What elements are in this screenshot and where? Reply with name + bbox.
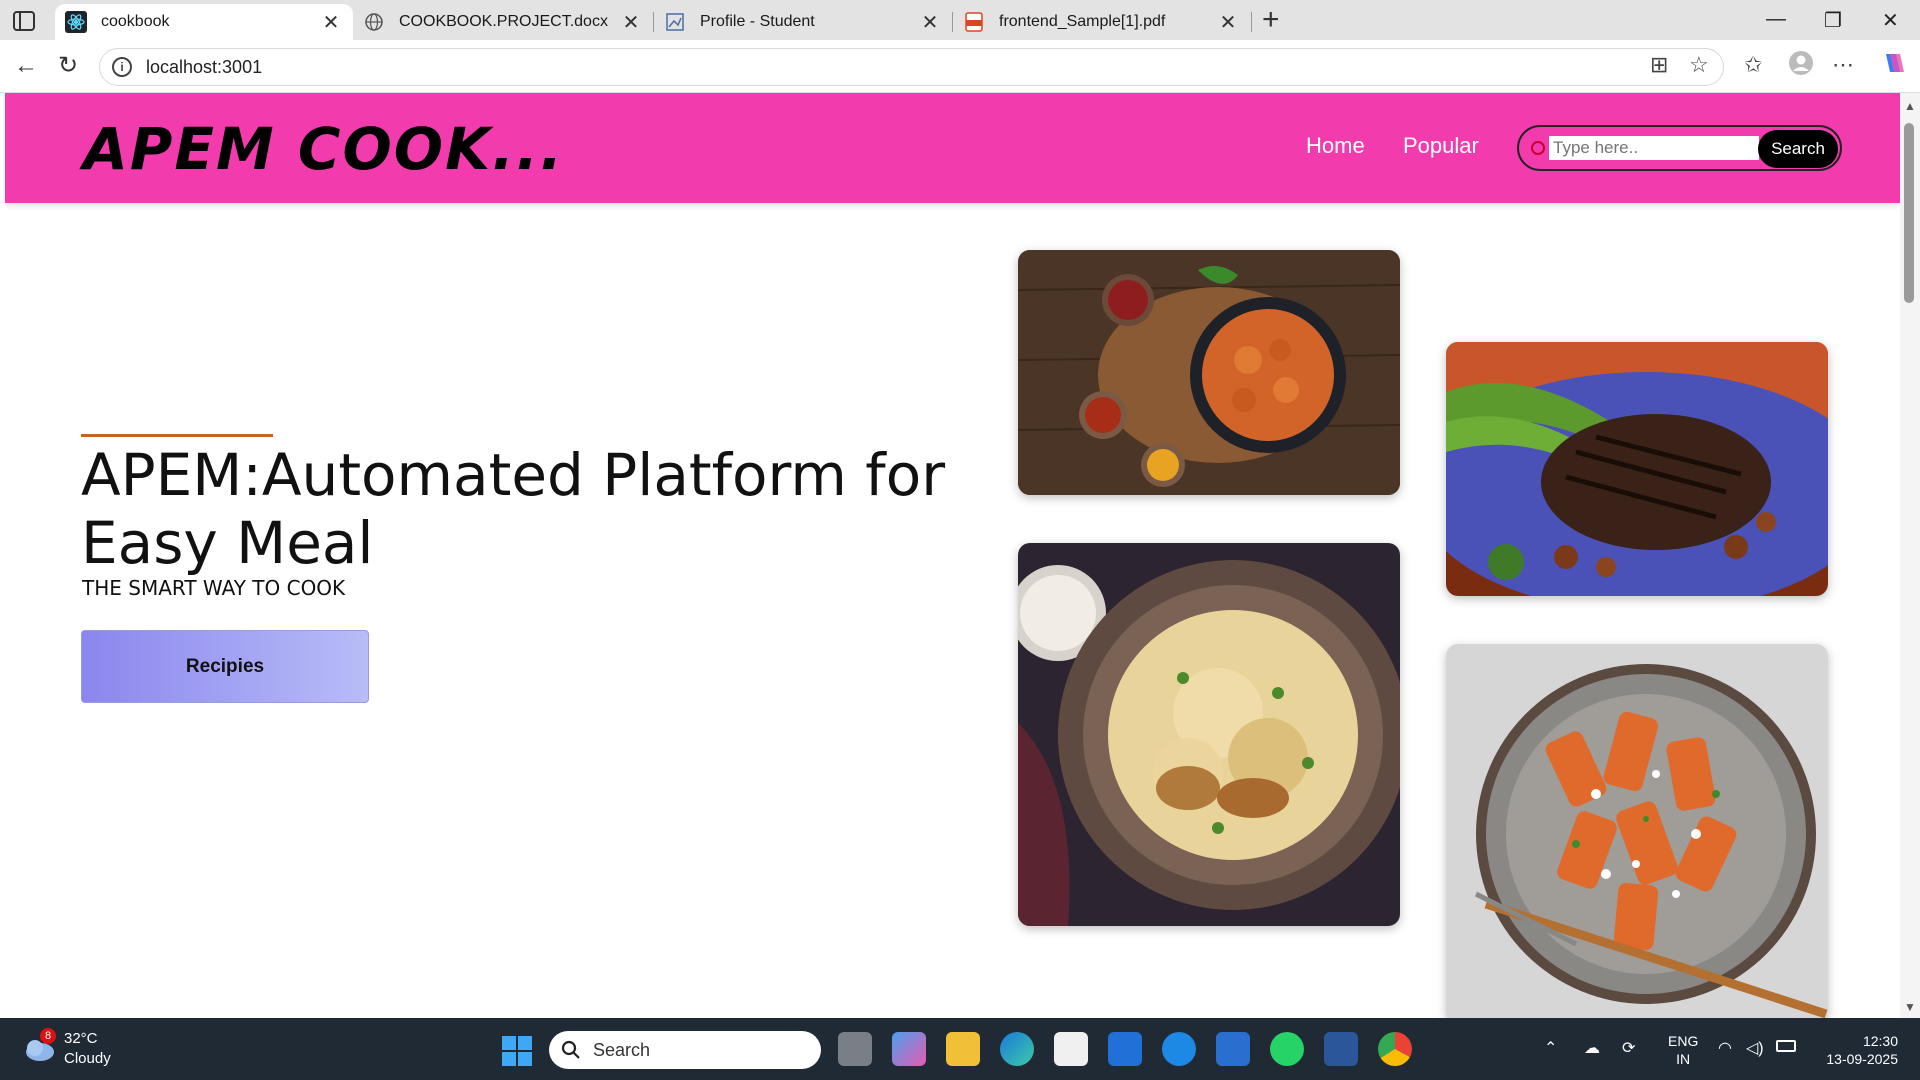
- minimize-icon[interactable]: —: [1766, 8, 1786, 31]
- page-scrollbar[interactable]: ▲ ▼: [1900, 93, 1920, 1018]
- recipes-button[interactable]: Recipies: [81, 630, 369, 703]
- more-options-icon[interactable]: ⋯: [1832, 52, 1854, 78]
- search-form: Search: [1517, 125, 1842, 171]
- scrollbar-thumb[interactable]: [1904, 123, 1914, 303]
- close-tab-icon[interactable]: ✕: [918, 10, 942, 35]
- refresh-icon[interactable]: ↻: [58, 54, 78, 78]
- favorites-icon[interactable]: ✩: [1744, 52, 1762, 78]
- task-view-icon[interactable]: [838, 1032, 872, 1066]
- edge-browser-icon[interactable]: [1000, 1032, 1034, 1066]
- search-button[interactable]: Search: [1758, 130, 1838, 168]
- react-icon: [65, 11, 87, 33]
- lang-line1: ENG: [1668, 1033, 1699, 1049]
- tab-cookbook[interactable]: cookbook ✕: [55, 4, 353, 40]
- site-navbar: APEM COOK... Home Popular Search: [5, 93, 1900, 203]
- favorite-star-icon[interactable]: ☆: [1689, 52, 1709, 78]
- lang-line2: IN: [1676, 1051, 1691, 1067]
- clock-date: 13-09-2025: [1826, 1051, 1898, 1067]
- pasta-image: [1446, 644, 1828, 1018]
- volume-icon[interactable]: ◁): [1746, 1038, 1764, 1058]
- copilot-app-icon[interactable]: [892, 1032, 926, 1066]
- wifi-icon[interactable]: ◠: [1718, 1038, 1732, 1058]
- sync-icon[interactable]: ⟳: [1622, 1038, 1635, 1058]
- battery-icon[interactable]: [1776, 1040, 1796, 1052]
- back-icon[interactable]: ←: [14, 54, 38, 78]
- hero-heading: APEM:Automated Platform for Easy Meal: [81, 441, 946, 577]
- new-tab-icon[interactable]: +: [1262, 4, 1280, 36]
- restore-icon[interactable]: ❐: [1824, 8, 1842, 33]
- tab-frontend-pdf[interactable]: frontend_Sample[1].pdf ✕: [953, 4, 1250, 40]
- browser-tab-bar: cookbook ✕ COOKBOOK.PROJECT.docx ✕ Profi…: [0, 0, 1920, 40]
- tab-separator: [1251, 12, 1252, 32]
- taskbar-search[interactable]: Search: [549, 1031, 821, 1069]
- steak-image: [1446, 342, 1828, 596]
- language-indicator[interactable]: ENG IN: [1668, 1032, 1698, 1068]
- help-icon[interactable]: [1162, 1032, 1196, 1066]
- globe-icon: [363, 11, 385, 33]
- download-app-icon[interactable]: [1216, 1032, 1250, 1066]
- url-text: localhost:3001: [146, 56, 263, 77]
- search-icon: [1531, 141, 1545, 155]
- show-hidden-icons-icon[interactable]: ⌃: [1544, 1038, 1557, 1058]
- close-tab-icon[interactable]: ✕: [619, 10, 643, 35]
- myhp-icon[interactable]: [1108, 1032, 1142, 1066]
- site-info-icon[interactable]: i: [112, 57, 132, 77]
- close-window-icon[interactable]: ✕: [1882, 8, 1899, 33]
- windows-start-icon[interactable]: [502, 1036, 532, 1066]
- nav-home-link[interactable]: Home: [1306, 133, 1365, 159]
- search-icon: [561, 1040, 580, 1059]
- biryani-image: [1018, 543, 1400, 926]
- copilot-icon[interactable]: [1880, 50, 1906, 82]
- profile-avatar-icon[interactable]: [1788, 50, 1814, 82]
- chrome-icon[interactable]: [1378, 1032, 1412, 1066]
- heading-accent-line: [81, 434, 273, 437]
- tab-cookbook-docx[interactable]: COOKBOOK.PROJECT.docx ✕: [353, 4, 653, 40]
- tab-profile-student[interactable]: Profile - Student ✕: [654, 4, 952, 40]
- close-tab-icon[interactable]: ✕: [319, 10, 343, 35]
- butter-chicken-image: [1018, 250, 1400, 495]
- search-input[interactable]: [1549, 136, 1759, 160]
- tab-title: COOKBOOK.PROJECT.docx: [399, 13, 608, 30]
- close-tab-icon[interactable]: ✕: [1216, 10, 1240, 35]
- clock-time: 12:30: [1862, 1033, 1898, 1049]
- nav-popular-link[interactable]: Popular: [1403, 133, 1479, 159]
- site-logo[interactable]: APEM COOK...: [83, 115, 564, 183]
- tab-title: frontend_Sample[1].pdf: [999, 13, 1166, 30]
- tab-title: Profile - Student: [700, 13, 815, 30]
- word-icon[interactable]: [1324, 1032, 1358, 1066]
- hero-subheading: THE SMART WAY TO COOK: [82, 576, 346, 600]
- file-explorer-icon[interactable]: [946, 1032, 980, 1066]
- notification-badge: 8: [40, 1028, 56, 1044]
- onedrive-icon[interactable]: ☁: [1584, 1038, 1600, 1058]
- tab-title: cookbook: [101, 13, 170, 30]
- address-bar: ← ↻ i localhost:3001 ⊞ ☆ ✩ ⋯: [0, 40, 1920, 93]
- pdf-icon: [963, 11, 985, 33]
- microsoft-store-icon[interactable]: [1054, 1032, 1088, 1066]
- app-available-icon[interactable]: ⊞: [1650, 52, 1668, 78]
- weather-temp[interactable]: 32°C: [64, 1030, 98, 1047]
- tab-actions-icon[interactable]: [12, 10, 36, 32]
- profile-icon: [664, 11, 686, 33]
- web-page: APEM COOK... Home Popular Search APEM:Au…: [5, 93, 1900, 1018]
- taskbar-search-label: Search: [593, 1039, 651, 1060]
- url-field[interactable]: i localhost:3001: [99, 48, 1724, 86]
- scroll-down-icon[interactable]: ▼: [1904, 1000, 1916, 1014]
- windows-taskbar: 8 32°C Cloudy Search ⌃ ☁ ⟳ ENG IN ◠ ◁) 12…: [0, 1018, 1920, 1080]
- scroll-up-icon[interactable]: ▲: [1904, 99, 1916, 113]
- whatsapp-icon[interactable]: [1270, 1032, 1304, 1066]
- system-clock[interactable]: 12:30 13-09-2025: [1818, 1032, 1898, 1068]
- weather-desc[interactable]: Cloudy: [64, 1050, 111, 1067]
